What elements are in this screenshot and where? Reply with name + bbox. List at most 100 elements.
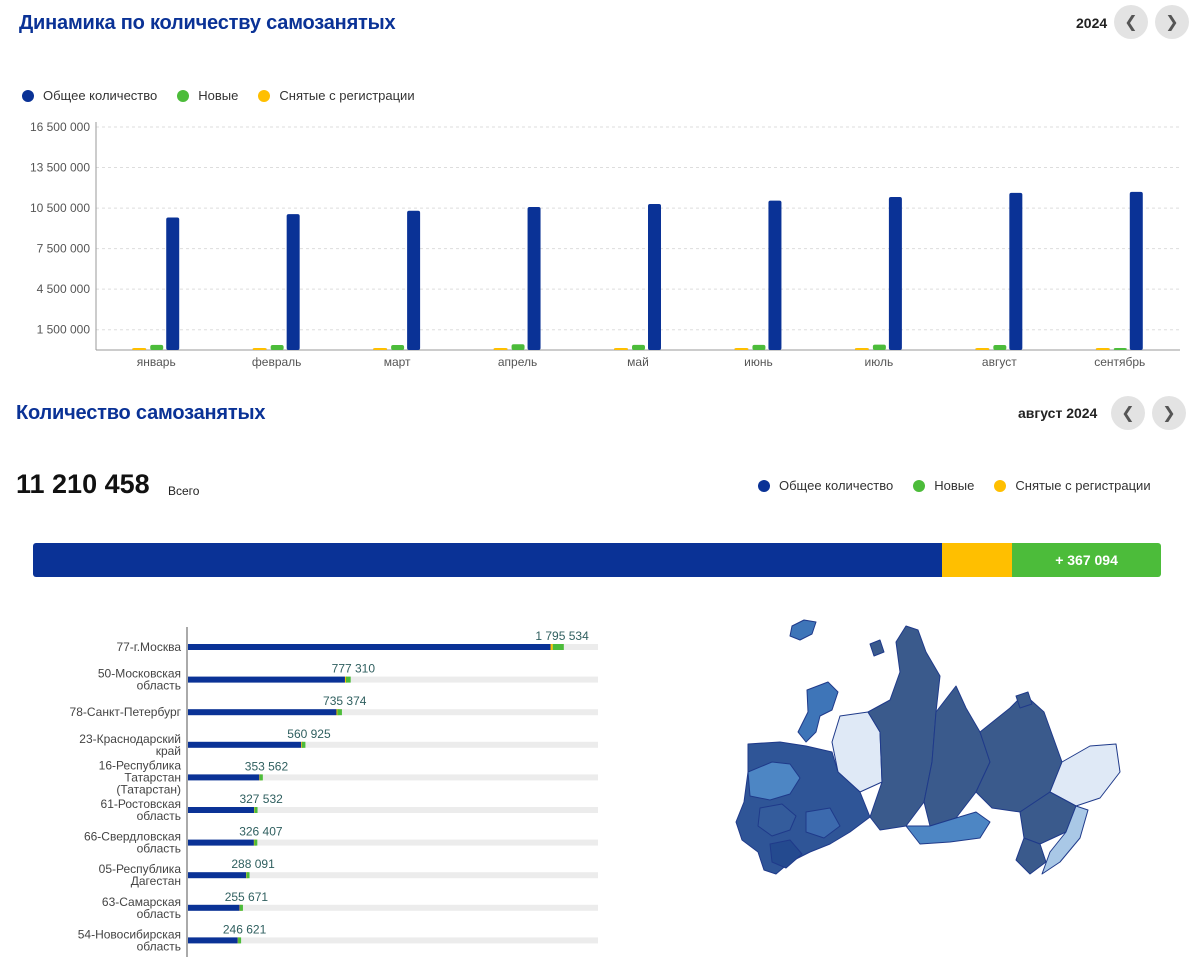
prev-period-button[interactable]: ❮ [1111, 396, 1145, 430]
y-tick-label: 1 500 000 [37, 323, 91, 337]
region-bar-total[interactable] [188, 774, 260, 781]
bar-removed[interactable] [252, 348, 267, 350]
bar-removed[interactable] [373, 348, 388, 350]
region-bar-total[interactable] [188, 872, 247, 879]
bar-new[interactable] [391, 344, 405, 350]
bar-removed[interactable] [1095, 348, 1110, 350]
region-bar-total[interactable] [188, 937, 238, 944]
legend-label: Общее количество [43, 88, 158, 103]
region-label: 61-Ростовская область [101, 797, 181, 823]
bar-total[interactable] [1009, 192, 1023, 350]
bar-removed[interactable] [734, 348, 749, 350]
region-value-label: 735 374 [323, 694, 367, 708]
bar-new[interactable] [993, 345, 1007, 350]
region-bar-total[interactable] [188, 807, 255, 813]
legend-label: Новые [934, 478, 975, 493]
bar-new[interactable] [872, 344, 886, 350]
x-tick-label: июль [865, 355, 894, 369]
region-bar-new[interactable] [238, 937, 242, 944]
legend-removed[interactable]: Снятые с регистрации [258, 88, 415, 103]
period-label: август 2024 [1018, 405, 1098, 421]
region-value-label: 288 091 [231, 857, 275, 871]
bar-total[interactable] [888, 197, 902, 350]
bar-removed[interactable] [975, 348, 990, 350]
map-region[interactable] [1049, 743, 1121, 807]
region-bar-total[interactable] [188, 741, 302, 748]
x-tick-label: июнь [744, 355, 773, 369]
next-period-button[interactable]: ❯ [1152, 396, 1186, 430]
bar-total[interactable] [648, 204, 661, 350]
chevron-right-icon: ❯ [1165, 14, 1179, 31]
map-region[interactable] [789, 619, 817, 641]
bar-total[interactable] [768, 200, 782, 350]
region-bar-total[interactable] [188, 839, 254, 846]
bar-new[interactable] [270, 344, 284, 350]
legend-new[interactable]: Новые [913, 478, 974, 493]
x-tick-label: январь [137, 355, 176, 369]
region-label: 16-Республика Татарстан (Татарстан) [99, 758, 182, 796]
bar-new[interactable] [511, 344, 525, 350]
region-bar-new[interactable] [246, 872, 250, 879]
region-value-label: 326 407 [239, 825, 283, 839]
next-year-button[interactable]: ❯ [1155, 5, 1189, 39]
bar-removed[interactable] [614, 348, 628, 350]
region-bar-total[interactable] [188, 904, 240, 911]
region-bar-total[interactable] [188, 676, 345, 683]
bar-removed[interactable] [132, 348, 147, 350]
bar-track [188, 937, 598, 944]
region-value-label: 255 671 [225, 890, 269, 904]
composition-new-segment[interactable]: + 367 094 [1012, 543, 1161, 577]
y-tick-label: 16 500 000 [30, 120, 90, 134]
region-bar-new[interactable] [345, 676, 351, 683]
region-bar-new[interactable] [337, 709, 342, 716]
bar-total[interactable] [1129, 191, 1143, 350]
region-bar-new[interactable] [259, 774, 263, 781]
chevron-right-icon: ❯ [1162, 405, 1176, 422]
region-bar-total[interactable] [188, 644, 551, 650]
prev-year-button[interactable]: ❮ [1114, 5, 1148, 39]
x-tick-label: май [627, 355, 649, 369]
region-value-label: 327 532 [239, 792, 283, 806]
region-label: 66-Свердловская область [84, 830, 181, 856]
legend-removed[interactable]: Снятые с регистрации [994, 478, 1151, 493]
region-bar-new[interactable] [239, 904, 243, 911]
region-bar-new[interactable] [254, 839, 258, 846]
map-region[interactable] [869, 639, 885, 657]
region-bar-total[interactable] [188, 709, 337, 716]
region-label: 78-Санкт-Петербург [70, 705, 182, 719]
chevron-left-icon: ❮ [1124, 14, 1138, 31]
bar-total[interactable] [286, 214, 300, 350]
composition-bar: + 367 094 [33, 543, 1161, 577]
region-bar-removed[interactable] [550, 644, 553, 650]
x-tick-label: февраль [252, 355, 302, 369]
bar-total[interactable] [527, 207, 541, 350]
legend-total[interactable]: Общее количество [22, 88, 157, 103]
new-count-label: + 367 094 [1055, 552, 1118, 568]
region-label: 05-Республика Дагестан [99, 862, 182, 888]
russia-regions-map-icon[interactable] [720, 612, 1130, 887]
bar-total[interactable] [407, 210, 421, 350]
bar-removed[interactable] [854, 348, 869, 350]
legend-total[interactable]: Общее количество [758, 478, 893, 493]
region-value-label: 1 795 534 [535, 629, 589, 643]
bar-removed[interactable] [493, 348, 508, 350]
region-bar-new[interactable] [552, 644, 564, 650]
composition-removed-segment[interactable] [942, 543, 1013, 577]
legend-label: Снятые с регистрации [279, 88, 415, 103]
bar-new[interactable] [632, 344, 645, 350]
legend-new[interactable]: Новые [177, 88, 238, 103]
bar-new[interactable] [752, 344, 766, 350]
region-label: 23-Краснодарский край [79, 732, 181, 758]
y-tick-label: 4 500 000 [37, 282, 91, 296]
bar-total[interactable] [166, 217, 180, 350]
map-region[interactable] [797, 681, 839, 743]
region-bar-new[interactable] [301, 741, 306, 748]
region-value-label: 353 562 [245, 759, 289, 773]
x-tick-label: сентябрь [1094, 355, 1145, 369]
region-bar-new[interactable] [254, 807, 258, 813]
bar-new[interactable] [150, 344, 164, 350]
composition-total-segment[interactable] [33, 543, 943, 577]
dynamics-bar-chart: 1 500 000 4 500 000 7 500 000 10 500 000 13 … [30, 120, 1180, 369]
legend-dot-removed [994, 479, 1007, 492]
bar-new[interactable] [1113, 348, 1127, 350]
